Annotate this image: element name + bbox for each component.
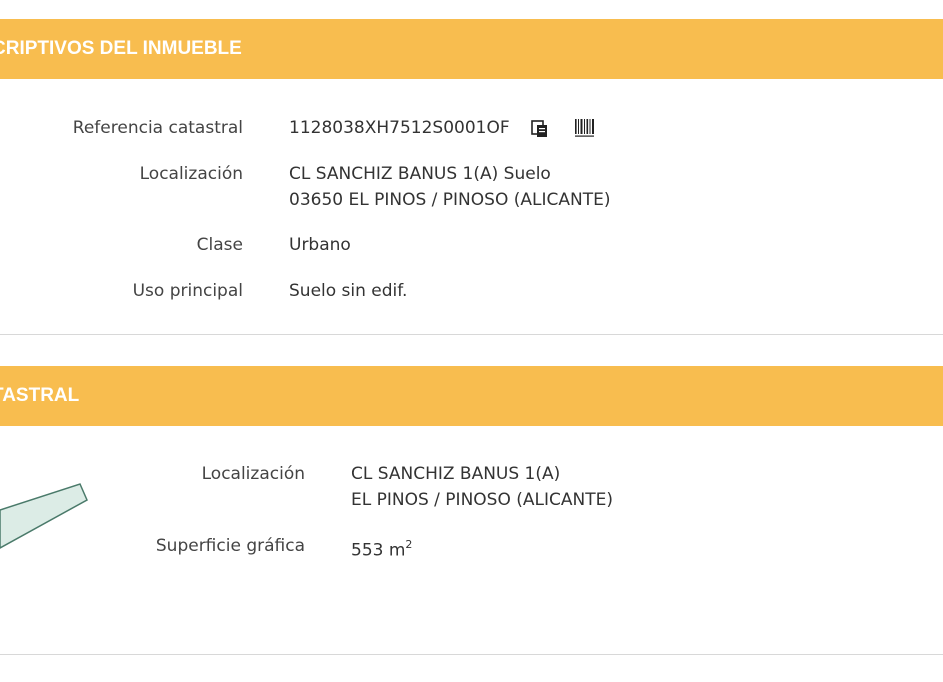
label-main-use: Uso principal [132, 281, 243, 301]
value-cadastral-reference: 1128038XH7512S0001OF [289, 118, 510, 138]
copy-icon[interactable] [530, 119, 550, 139]
section-header-cadastral-parcel: TASTRAL [0, 366, 943, 426]
surface-value: 553 m [351, 540, 406, 561]
section-divider [0, 654, 943, 655]
label-parcel-location: Localización [201, 464, 305, 484]
parcel-map-shape [0, 483, 88, 549]
value-parcel-location-line2: EL PINOS / PINOSO (ALICANTE) [351, 490, 613, 510]
cadastral-page: CRIPTIVOS DEL INMUEBLE Referencia catast… [0, 0, 943, 682]
surface-unit-exponent: 2 [405, 538, 413, 551]
section-header-descriptive-data: CRIPTIVOS DEL INMUEBLE [0, 19, 943, 79]
value-parcel-location-line1: CL SANCHIZ BANUS 1(A) [351, 464, 561, 484]
barcode-icon[interactable] [574, 118, 596, 138]
value-class: Urbano [289, 235, 351, 255]
value-location-line1: CL SANCHIZ BANUS 1(A) Suelo [289, 164, 551, 184]
label-location: Localización [139, 164, 243, 184]
value-graphic-surface: 553 m2 [351, 533, 412, 564]
label-cadastral-reference: Referencia catastral [72, 118, 243, 138]
section-title: CRIPTIVOS DEL INMUEBLE [0, 38, 242, 59]
label-class: Clase [196, 235, 243, 255]
value-main-use: Suelo sin edif. [289, 281, 408, 301]
value-location-line2: 03650 EL PINOS / PINOSO (ALICANTE) [289, 190, 611, 210]
section-divider [0, 334, 943, 335]
section-title: TASTRAL [0, 385, 80, 406]
label-graphic-surface: Superficie gráfica [155, 536, 305, 556]
